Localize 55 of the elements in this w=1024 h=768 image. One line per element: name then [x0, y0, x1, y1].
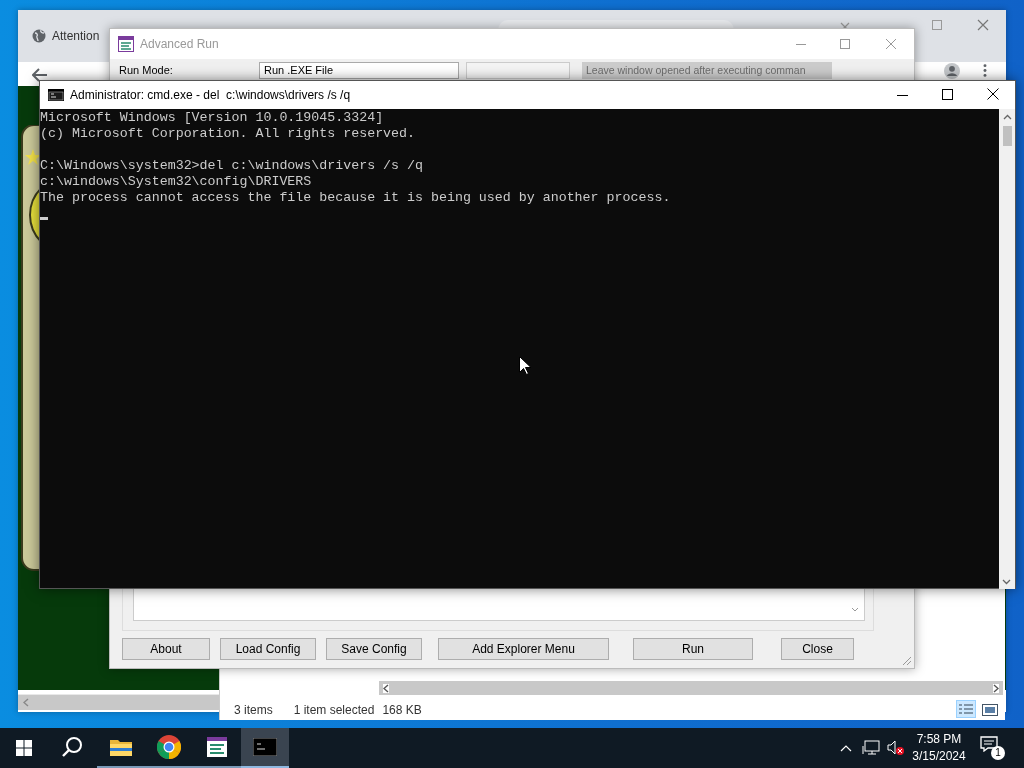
- scroll-down-icon[interactable]: [851, 607, 859, 612]
- scrollbar[interactable]: [999, 109, 1015, 589]
- scroll-left-icon[interactable]: [383, 683, 389, 693]
- app-icon: [206, 736, 228, 758]
- muted-speaker-icon[interactable]: [887, 740, 905, 756]
- scroll-up-icon[interactable]: [1002, 114, 1012, 120]
- dialog-button[interactable]: Run: [633, 638, 753, 660]
- large-icons-view-icon[interactable]: [982, 704, 998, 716]
- start-icon[interactable]: [16, 740, 32, 756]
- console-line: C:\Windows\system32>del c:\windows\drivers /s /q: [40, 158, 424, 174]
- folder-icon: [110, 738, 132, 756]
- item-count: 3 items: [234, 703, 273, 717]
- profile-icon[interactable]: [944, 63, 960, 79]
- browser-icon: [157, 735, 181, 759]
- console-line: (c) Microsoft Corporation. All rights reserved.: [40, 126, 417, 142]
- notification-count: 1: [991, 746, 1005, 760]
- selection-size: 168 KB: [382, 703, 422, 717]
- run-mode-dropdown[interactable]: Run .EXE File: [259, 62, 459, 79]
- dialog-button[interactable]: Load Config: [220, 638, 316, 660]
- scroll-right-icon[interactable]: [993, 683, 999, 693]
- globe-icon: [32, 29, 46, 43]
- scrollbar[interactable]: [379, 681, 1003, 695]
- console-icon: [48, 89, 64, 101]
- browser-tab[interactable]: Attention: [26, 24, 106, 48]
- maximize-icon[interactable]: [942, 89, 953, 100]
- network-icon[interactable]: [862, 740, 880, 756]
- dialog-button[interactable]: About: [122, 638, 210, 660]
- clock-date[interactable]: 3/15/2024: [912, 748, 966, 765]
- console-line: Microsoft Windows [Version 10.0.19045.3324]: [40, 110, 385, 126]
- window-title: Advanced Run: [140, 37, 219, 51]
- dialog-button[interactable]: Close: [781, 638, 854, 660]
- notification-icon: [980, 736, 998, 752]
- dialog-button[interactable]: Save Config: [326, 638, 422, 660]
- taskbar-app[interactable]: [241, 728, 289, 768]
- close-icon[interactable]: [987, 88, 999, 100]
- back-arrow-icon[interactable]: [32, 68, 48, 82]
- console-line: The process cannot access the file because it is being used by another process.: [40, 190, 672, 206]
- clock-time[interactable]: 7:58 PM: [916, 731, 962, 748]
- chevron-up-icon[interactable]: [840, 745, 852, 752]
- notifications-button[interactable]: 1: [980, 736, 1008, 762]
- mouse-pointer-icon: [519, 356, 531, 375]
- run-mode-label: Run Mode:: [119, 64, 173, 77]
- scroll-down-icon[interactable]: [1002, 579, 1011, 585]
- console-line: c:\windows\System32\config\DRIVERS: [40, 174, 313, 190]
- scrollbar-thumb[interactable]: [1002, 126, 1012, 146]
- scrollbar[interactable]: [18, 694, 219, 710]
- dialog-button[interactable]: Add Explorer Menu: [438, 638, 609, 660]
- resize-grip-icon[interactable]: [902, 656, 912, 666]
- selection-status: 1 item selected: [293, 703, 375, 717]
- menu-icon[interactable]: [983, 64, 987, 77]
- console-icon: [253, 738, 277, 756]
- app-icon: [118, 36, 134, 52]
- search-icon[interactable]: [61, 736, 83, 758]
- window-title: Administrator: cmd.exe - del c:\windows\drivers /s /q: [70, 88, 351, 102]
- text-cursor: [40, 217, 48, 220]
